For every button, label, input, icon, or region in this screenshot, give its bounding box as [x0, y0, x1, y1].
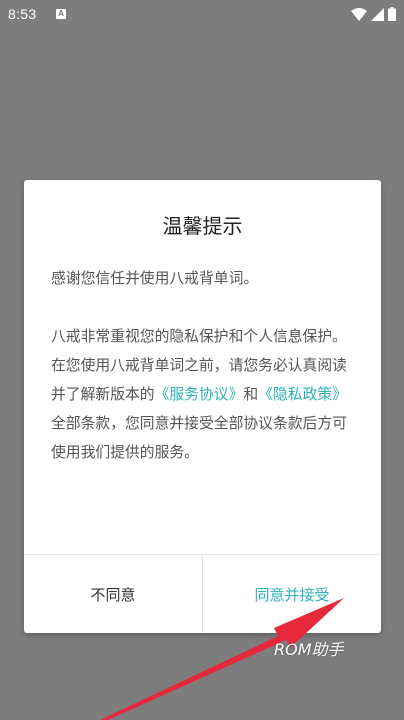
notification-icon: A — [56, 9, 66, 19]
wifi-icon — [351, 7, 367, 21]
service-agreement-link[interactable]: 《服务协议》 — [155, 386, 244, 403]
watermark-text: ROM助手 — [274, 640, 344, 659]
privacy-dialog: 温馨提示 感谢您信任并使用八戒背单词。 八戒非常重视您的隐私保护和个人信息保护。… — [24, 180, 381, 633]
privacy-policy-link[interactable]: 《隐私政策》 — [258, 386, 347, 403]
battery-icon — [388, 7, 396, 21]
and-connector: 和 — [243, 386, 259, 403]
signal-icon — [371, 7, 384, 21]
status-time: 8:53 — [8, 6, 37, 22]
privacy-paragraph: 八戒非常重视您的隐私保护和个人信息保护。在您使用八戒背单词之前，请您务必认真阅读… — [51, 322, 357, 467]
system-icons — [351, 7, 396, 21]
privacy-text-outro: 全部条款，您同意并接受全部协议条款后方可使用我们提供的服务。 — [51, 415, 347, 461]
dialog-body: 感谢您信任并使用八戒背单词。 八戒非常重视您的隐私保护和个人信息保护。在您使用八… — [51, 264, 357, 467]
status-bar: 8:53 A — [0, 0, 404, 30]
thanks-paragraph: 感谢您信任并使用八戒背单词。 — [51, 270, 259, 287]
dialog-title: 温馨提示 — [162, 214, 243, 238]
